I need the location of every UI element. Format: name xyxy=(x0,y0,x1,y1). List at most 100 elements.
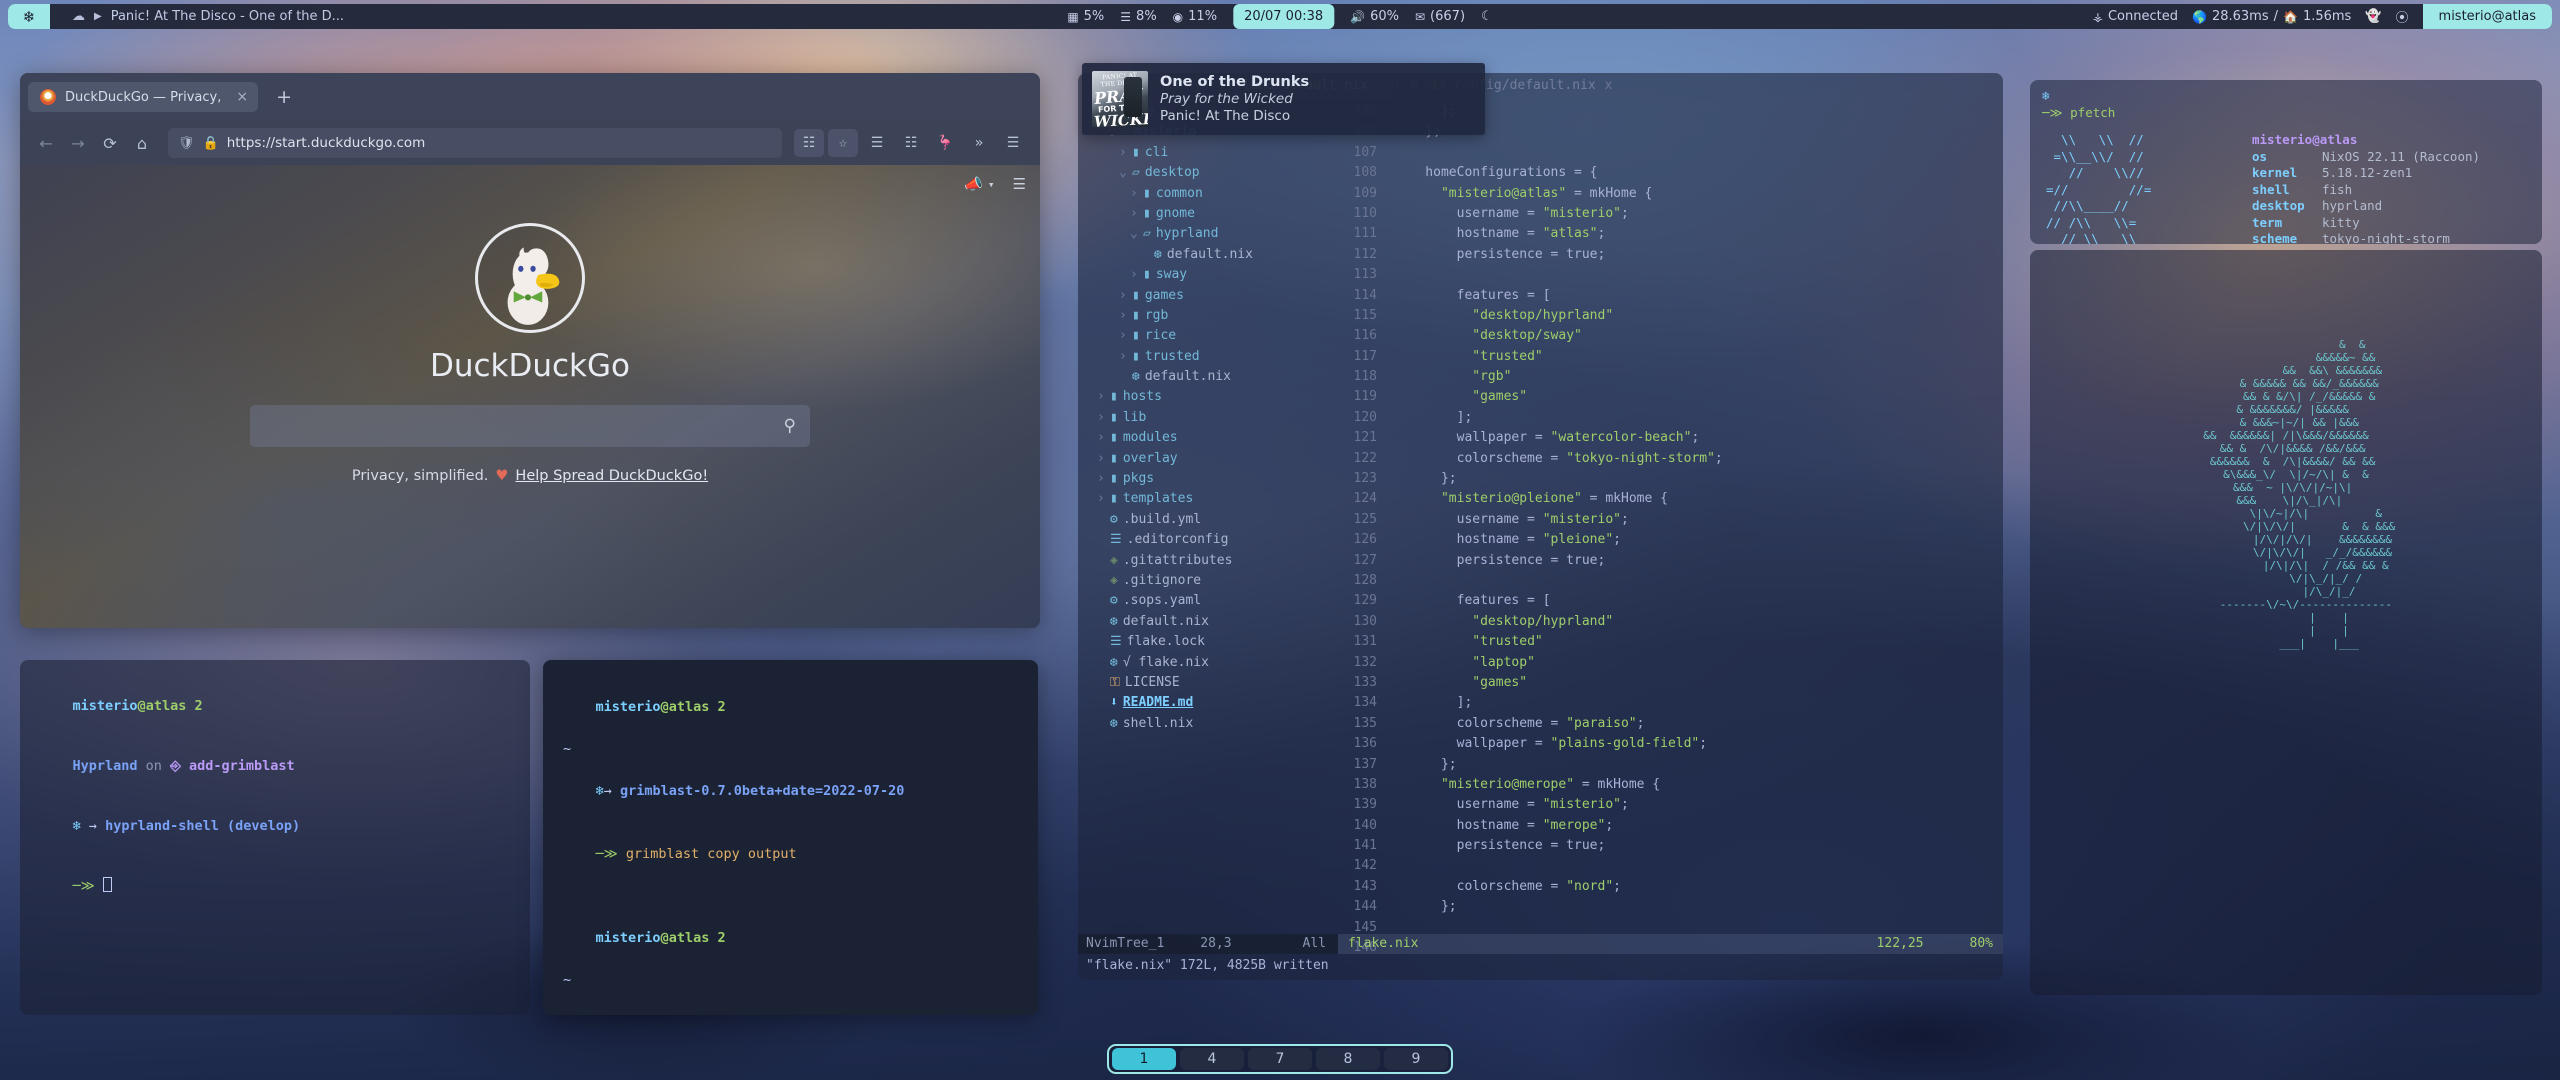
file-tree-item[interactable]: ☰flake.lock xyxy=(1086,632,1338,652)
file-tree-item[interactable]: ›▮hosts xyxy=(1086,387,1338,407)
file-tree-item[interactable]: ⌄▱desktop xyxy=(1086,163,1338,183)
file-tree-item[interactable]: ›▮rgb xyxy=(1086,306,1338,326)
chevron-icon[interactable]: › xyxy=(1097,489,1110,509)
chevron-icon[interactable] xyxy=(1097,673,1110,693)
terminal-prompt-line[interactable]: ─≫ xyxy=(40,856,510,916)
file-tree-item[interactable]: ›▮overlay xyxy=(1086,449,1338,469)
file-tree-item[interactable]: ›▮modules xyxy=(1086,428,1338,448)
discord-icon[interactable]: 👻 xyxy=(2365,9,2381,24)
file-tree-item[interactable]: ›▮rice xyxy=(1086,326,1338,346)
file-tree-item[interactable]: ›▮sway xyxy=(1086,265,1338,285)
cpu-stat[interactable]: ▦ 5% xyxy=(1067,9,1104,24)
bookmark-star-icon[interactable]: ☆ xyxy=(828,129,858,157)
file-tree[interactable]: ⌄▱home⌄▱misterio›▮cli⌄▱desktop›▮common›▮… xyxy=(1078,100,1338,934)
chevron-icon[interactable]: › xyxy=(1119,347,1132,367)
workspace-switcher[interactable]: 14789 xyxy=(1107,1044,1453,1074)
firefox-window[interactable]: DuckDuckGo — Privacy, × + ← → ⟳ ⌂ 🛡 🔒 ht… xyxy=(20,73,1040,628)
file-tree-item[interactable]: ❆default.nix xyxy=(1086,367,1338,387)
chevron-icon[interactable]: › xyxy=(1097,408,1110,428)
browser-tab[interactable]: DuckDuckGo — Privacy, × xyxy=(28,82,258,112)
lock-icon[interactable]: 🔒 xyxy=(203,136,219,151)
file-tree-item[interactable]: ◈.gitattributes xyxy=(1086,551,1338,571)
chevron-icon[interactable]: › xyxy=(1119,326,1132,346)
mail-stat[interactable]: ✉ (667) xyxy=(1415,9,1465,24)
chevron-icon[interactable] xyxy=(1097,571,1110,591)
raccoon-avatar-icon[interactable]: 🦩 xyxy=(930,129,960,157)
chevron-icon[interactable]: › xyxy=(1097,387,1110,407)
file-tree-item[interactable]: ⚿LICENSE xyxy=(1086,673,1338,693)
shield-icon[interactable]: 🛡 xyxy=(178,136,195,151)
close-icon[interactable]: x xyxy=(1605,76,1613,96)
ping-status[interactable]: 🌎 28.63ms / 🏠 1.56ms xyxy=(2192,9,2351,24)
chevron-down-icon[interactable]: ▾ xyxy=(988,178,995,191)
chevron-icon[interactable] xyxy=(1097,530,1110,550)
memory-stat[interactable]: ☰ 8% xyxy=(1120,9,1156,24)
file-tree-item[interactable]: ⚙.sops.yaml xyxy=(1086,591,1338,611)
file-tree-item[interactable]: ›▮games xyxy=(1086,286,1338,306)
chevron-icon[interactable] xyxy=(1097,591,1110,611)
play-icon[interactable]: ▶ xyxy=(94,11,102,22)
file-tree-item[interactable]: ⌄▱hyprland xyxy=(1086,224,1338,244)
media-player-widget[interactable]: ☁ ▶ Panic! At The Disco - One of the D..… xyxy=(50,9,344,24)
file-tree-item[interactable]: ❆default.nix xyxy=(1086,612,1338,632)
megaphone-icon[interactable]: 📣 ▾ xyxy=(964,175,994,193)
extension-add-icon[interactable]: ☷ xyxy=(896,129,926,157)
chevron-icon[interactable]: ⌄ xyxy=(1119,163,1132,183)
code-area[interactable]: }; }; homeConfigurations = { "misterio@a… xyxy=(1384,100,2003,934)
neovim-window[interactable]: e.nixx|⚙hypr|land/default.nixx|⚙nix-conf… xyxy=(1078,73,2003,980)
chevron-icon[interactable] xyxy=(1097,632,1110,652)
new-tab-button[interactable]: + xyxy=(262,86,306,108)
volume-stat[interactable]: 🔊 60% xyxy=(1350,9,1399,24)
workspace-button[interactable]: 1 xyxy=(1112,1048,1176,1070)
chevron-icon[interactable]: › xyxy=(1097,449,1110,469)
vpn-status[interactable]: ⚶ Connected xyxy=(2093,9,2178,24)
ddg-spread-link[interactable]: Help Spread DuckDuckGo! xyxy=(515,468,708,484)
ddg-menu-icon[interactable]: ☰ xyxy=(1013,175,1026,193)
reload-button[interactable]: ⟳ xyxy=(96,129,124,157)
file-tree-item[interactable]: ⚙.build.yml xyxy=(1086,510,1338,530)
file-tree-item[interactable]: ›▮gnome xyxy=(1086,204,1338,224)
chevron-icon[interactable]: › xyxy=(1119,143,1132,163)
ascii-art-terminal[interactable]: & & &&&&&~ && && &&\ &&&&&&& & &&&&& && … xyxy=(2030,250,2542,995)
url-bar[interactable]: 🛡 🔒 https://start.duckduckgo.com xyxy=(168,128,782,158)
chevron-icon[interactable]: › xyxy=(1119,286,1132,306)
workspace-button[interactable]: 9 xyxy=(1384,1048,1448,1070)
file-tree-item[interactable]: ›▮pkgs xyxy=(1086,469,1338,489)
chevron-icon[interactable] xyxy=(1141,245,1154,265)
workspace-button[interactable]: 8 xyxy=(1316,1048,1380,1070)
chevron-icon[interactable]: › xyxy=(1119,306,1132,326)
chevron-icon[interactable] xyxy=(1119,367,1132,387)
hamburger-menu-icon[interactable]: ☰ xyxy=(998,129,1028,157)
file-tree-item[interactable]: ❆shell.nix xyxy=(1086,714,1338,734)
library-icon[interactable]: ☰ xyxy=(862,129,892,157)
chevron-icon[interactable] xyxy=(1097,693,1110,713)
file-tree-item[interactable]: ›▮trusted xyxy=(1086,347,1338,367)
workspace-button[interactable]: 4 xyxy=(1180,1048,1244,1070)
nix-snowflake-icon[interactable]: ❄ xyxy=(8,4,50,29)
home-button[interactable]: ⌂ xyxy=(128,129,156,157)
user-label[interactable]: misterio@atlas xyxy=(2423,4,2552,29)
chevron-icon[interactable]: ⌄ xyxy=(1130,224,1143,244)
clock[interactable]: 20/07 00:38 xyxy=(1233,4,1334,29)
chevron-icon[interactable] xyxy=(1097,612,1110,632)
overflow-chevrons-icon[interactable]: » xyxy=(964,129,994,157)
file-tree-item[interactable]: ›▮cli xyxy=(1086,143,1338,163)
back-button[interactable]: ← xyxy=(32,129,60,157)
chevron-icon[interactable]: › xyxy=(1097,469,1110,489)
file-tree-item[interactable]: ❆default.nix xyxy=(1086,245,1338,265)
workspace-button[interactable]: 7 xyxy=(1248,1048,1312,1070)
steam-icon[interactable]: ⦿ xyxy=(2396,7,2409,26)
file-tree-item[interactable]: ›▮lib xyxy=(1086,408,1338,428)
file-tree-item[interactable]: ⬇README.md xyxy=(1086,693,1338,713)
chevron-icon[interactable]: › xyxy=(1130,184,1143,204)
search-icon[interactable]: ⚲ xyxy=(784,416,796,436)
file-tree-item[interactable]: ❆√ flake.nix xyxy=(1086,653,1338,673)
moon-icon[interactable]: ☾ xyxy=(1481,9,1493,24)
ddg-search-box[interactable]: ⚲ xyxy=(250,405,810,447)
chevron-icon[interactable] xyxy=(1097,551,1110,571)
pfetch-terminal[interactable]: ❄ ─≫ pfetch \\ \\ // =\\__\\/ // // \\//… xyxy=(2030,80,2542,244)
file-tree-item[interactable]: ◈.gitignore xyxy=(1086,571,1338,591)
chevron-icon[interactable]: › xyxy=(1097,428,1110,448)
forward-button[interactable]: → xyxy=(64,129,92,157)
close-icon[interactable]: × xyxy=(230,89,248,105)
